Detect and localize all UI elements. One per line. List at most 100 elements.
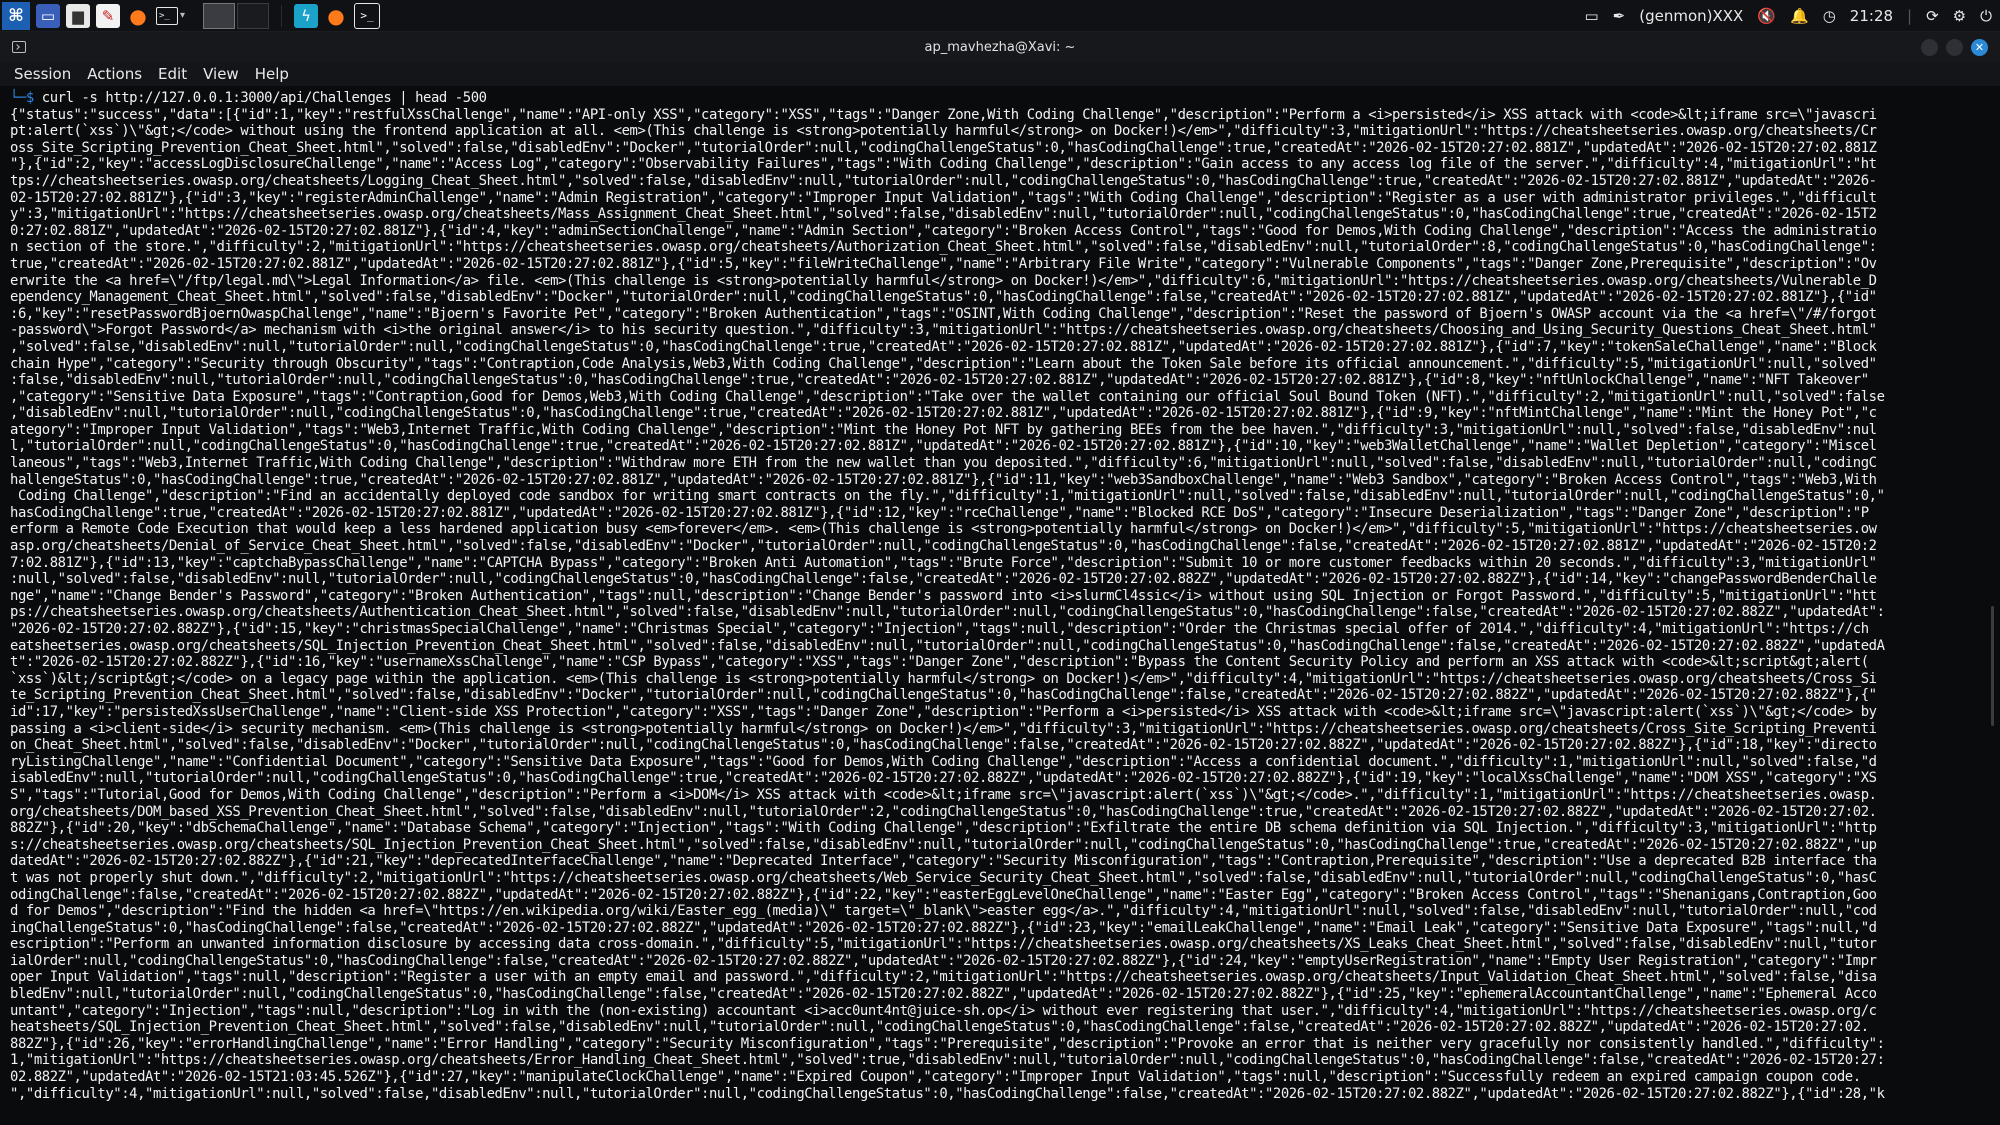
output-line: tps://cheatsheetseries.owasp.org/cheatsh… [10,172,1877,189]
command-text: curl -s http://127.0.0.1:3000/api/Challe… [41,90,487,106]
menu-session[interactable]: Session [6,65,79,83]
output-line: hallengeStatus":0,"hasCodingChallenge":t… [10,471,1877,488]
output-line: ,"category":"Sensitive Data Exposure","t… [10,388,1885,405]
output-line: erform a Remote Code Execution that woul… [10,521,1877,538]
output-line: 882Z"},{"id":26,"key":"errorHandlingChal… [10,1035,1885,1052]
clock-icon: ◷ [1822,6,1836,25]
terminal-window-icon[interactable]: >_ [354,2,381,29]
panel-separator [281,4,283,27]
minimize-button[interactable] [1921,38,1938,56]
output-line: y":3,"mitigationUrl":"https://cheatsheet… [10,206,1877,223]
output-line: te_Scripting_Prevention_Cheat_Sheet.html… [10,687,1877,704]
output-line: ingChallengeStatus":0,"hasCodingChalleng… [10,919,1877,936]
output-line: hasCodingChallenge":true,"createdAt":"20… [10,504,1869,521]
top-panel: ⌘ ▭ ▆ ✎ ● >_ ▾ ϟ ● >_ ▭ ✒ (genmon)XXX 🔇 … [0,0,2000,32]
output-line: 02.882Z","updatedAt":"2026-02-15T21:03:4… [10,1069,1861,1086]
output-line: {"status":"success","data":[{"id":1,"key… [10,106,1877,123]
workspace-1[interactable] [203,2,236,29]
terminal-dropdown[interactable]: >_ ▾ [156,6,186,25]
output-line: 882Z"},{"id":20,"key":"dbSchemaChallenge… [10,820,1877,837]
workspace-switcher[interactable] [203,2,270,29]
output-line: ependency_Management_Cheat_Sheet.html","… [10,289,1877,306]
output-line: isabledEnv":null,"tutorialOrder":null,"c… [10,770,1877,787]
network-label[interactable]: (genmon)XXX [1639,7,1743,25]
refresh-icon[interactable]: ⟳ [1926,7,1939,25]
output-line: -password\">Forgot Password</a> mechanis… [10,322,1877,339]
output-line: nge","name":"Change Bender's Password","… [10,587,1877,604]
output-line: heatsheets/SQL_Injection_Prevention_Chea… [10,1019,1869,1036]
output-line: asp.org/cheatsheets/Denial_of_Service_Ch… [10,538,1877,555]
output-line: untant","category":"Injection","tags":nu… [10,1002,1877,1019]
notification-bell-icon[interactable]: 🔔 [1790,7,1809,25]
panel-tray: ▭ ✒ (genmon)XXX 🔇 🔔 ◷ 21:28 | ⟳ ⚙ ⏻ [1584,0,2000,32]
output-line: bledEnv":null,"tutorialOrder":null,"codi… [10,986,1877,1003]
firefox-window-icon[interactable]: ● [324,4,348,28]
output-line: ryListingChallenge","name":"Confidential… [10,753,1877,770]
output-line: true,"createdAt":"2026-02-15T20:27:02.88… [10,255,1877,272]
file-manager-icon[interactable]: ▆ [66,3,90,28]
output-line: oper Input Validation","tags":null,"desc… [10,969,1877,986]
output-line: ps://cheatsheetseries.owasp.org/cheatshe… [10,604,1885,621]
output-line: eatsheetseries.owasp.org/cheatsheets/SQL… [10,637,1885,654]
output-line: ategory":"Improper Input Validation","ta… [10,421,1877,438]
output-line: passing a <i>client-side</i> security me… [10,720,1877,737]
output-line: t was not properly shut down.","difficul… [10,869,1877,886]
output-line: ialOrder":null,"codingChallengeStatus":0… [10,952,1877,969]
output-line: 0:27:02.881Z","updatedAt":"2026-02-15T20… [10,222,1877,239]
terminal-window-menu-icon[interactable] [12,41,26,53]
terminal-scrollbar[interactable] [1991,606,1994,726]
output-line: datedAt":"2026-02-15T20:27:02.882Z"},{"i… [10,853,1877,870]
menu-help[interactable]: Help [247,65,297,83]
output-line: oss_Site_Scripting_Prevention_Cheat_Shee… [10,139,1877,156]
output-line: l,"tutorialOrder":null,"codingChallengeS… [10,438,1877,455]
output-line: erwrite the <a href=\"/ftp/legal.md\">Le… [10,272,1877,289]
window-title: ap_mavhezha@Xavi: ~ [924,39,1076,55]
terminal-output[interactable]: └─$ curl -s http://127.0.0.1:3000/api/Ch… [0,86,2000,1125]
output-line: id":17,"key":"persistedXssUserChallenge"… [10,703,1877,720]
maximize-button[interactable] [1946,38,1963,56]
text-editor-icon[interactable]: ✎ [96,3,120,28]
output-line: 1,"mitigationUrl":"https://cheatsheetser… [10,1052,1885,1069]
output-line: ","difficulty":4,"mitigationUrl":null,"s… [10,1085,1885,1102]
command-prompt-line: └─$ curl -s http://127.0.0.1:3000/api/Ch… [10,90,2000,107]
chevron-down-icon: ▾ [180,10,186,21]
display-icon[interactable]: ▭ [1584,7,1598,25]
output-line: :6,"key":"resetPasswordBjoernOwaspChalle… [10,305,1877,322]
kali-menu-icon[interactable]: ⌘ [2,1,30,30]
output-line: d for Demos","description":"Find the hid… [10,903,1877,920]
workspace-desktop-icon[interactable]: ▭ [36,3,60,28]
firefox-icon[interactable]: ● [126,4,150,28]
output-line: t":"2026-02-15T20:27:02.882Z"},{"id":16,… [10,654,1869,671]
menu-bar: Session Actions Edit View Help [0,62,2000,86]
menu-edit[interactable]: Edit [150,65,195,83]
close-button[interactable]: ✕ [1971,38,1988,56]
output-line: odingChallenge":false,"createdAt":"2026-… [10,886,1877,903]
burp-suite-icon[interactable]: ϟ [294,3,319,28]
output-line: chain Hype","category":"Security through… [10,355,1877,372]
output-line: "},{"id":2,"key":"accessLogDisclosureCha… [10,156,1877,173]
menu-actions[interactable]: Actions [79,65,150,83]
output-line: escription":"Perform an unwanted informa… [10,936,1877,953]
output-line: :false,"disabledEnv":null,"tutorialOrder… [10,372,1869,389]
output-line: 02-15T20:27:02.881Z"},{"id":3,"key":"reg… [10,189,1877,206]
output-line: laneous","tags":"Web3,Internet Traffic,W… [10,455,1877,472]
output-line: org/cheatsheets/DOM_based_XSS_Prevention… [10,803,1877,820]
settings-icon[interactable]: ⚙ [1953,7,1966,25]
mute-icon[interactable]: 🔇 [1757,7,1776,25]
output-line: on_Cheat_Sheet.html","solved":false,"dis… [10,737,1877,754]
terminal-icon: >_ [156,6,178,25]
output-line: ,"disabledEnv":null,"tutorialOrder":null… [10,405,1877,422]
workspace-2[interactable] [237,2,270,29]
output-line: pt:alert(`xss`)\"&gt;</code> without usi… [10,123,1877,140]
prompt-prefix: └─$ [10,90,42,106]
output-line: S","tags":"Tutorial,Good for Demos,With … [10,786,1877,803]
clock[interactable]: 21:28 [1850,7,1893,25]
window-titlebar[interactable]: ap_mavhezha@Xavi: ~ ✕ [0,32,2000,62]
output-line: s://cheatsheetseries.owasp.org/cheatshee… [10,836,1877,853]
power-icon[interactable]: ⏻ [1980,7,1992,25]
output-line: :null,"solved":false,"disabledEnv":null,… [10,571,1877,588]
output-lines: {"status":"success","data":[{"id":1,"key… [10,107,2000,1103]
menu-view[interactable]: View [195,65,247,83]
output-line: n section of the store.","difficulty":2,… [10,239,1877,256]
output-line: 7:02.881Z"},{"id":13,"key":"captchaBypas… [10,554,1877,571]
